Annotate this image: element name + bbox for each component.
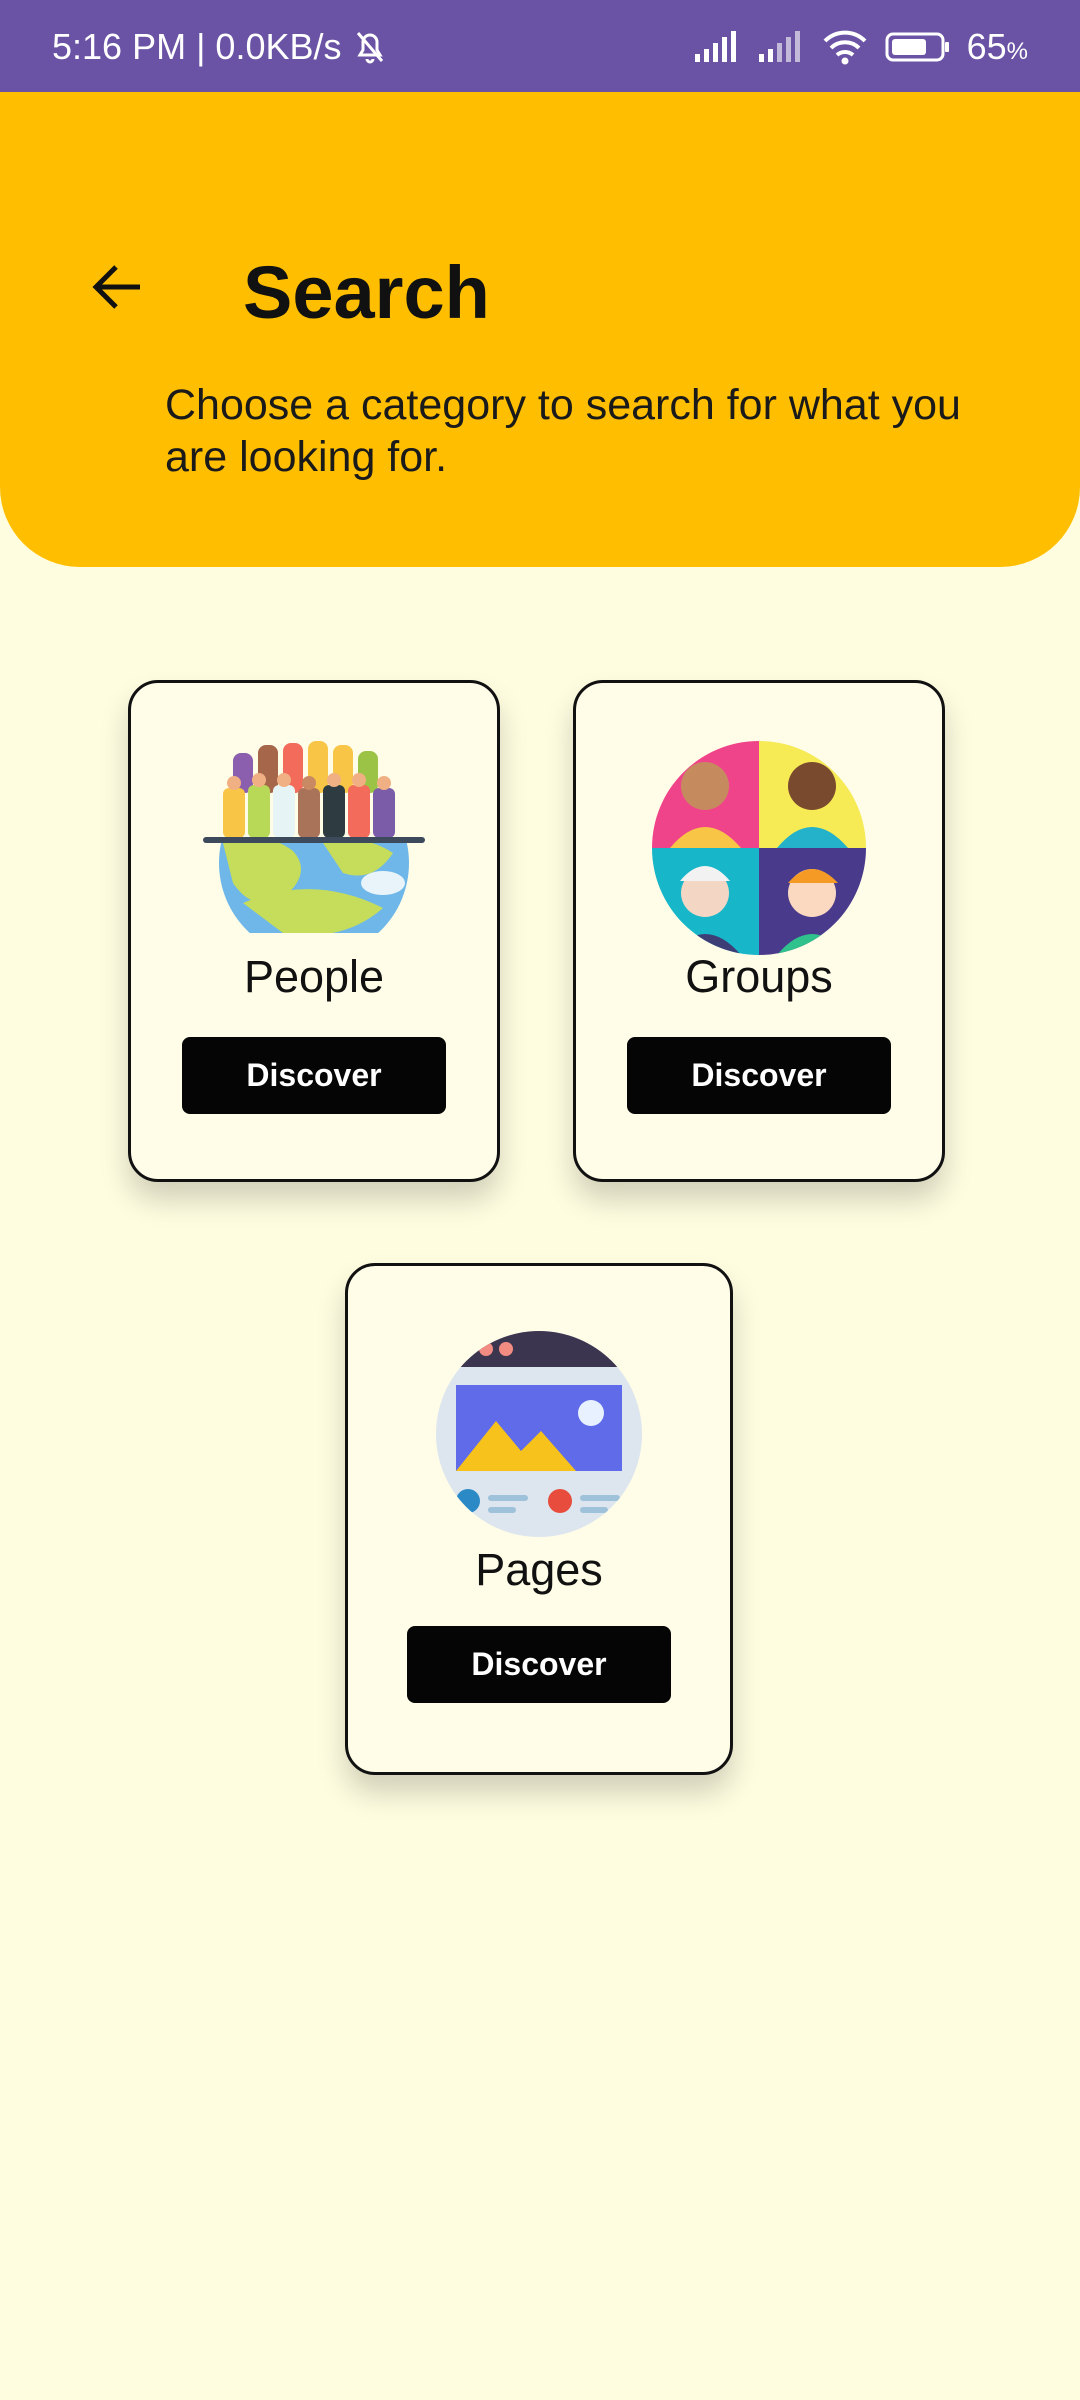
discover-button-people[interactable]: Discover xyxy=(182,1037,446,1114)
groups-avatars-icon xyxy=(652,741,866,955)
category-label: People xyxy=(243,951,385,1002)
status-right: 65% xyxy=(693,26,1028,68)
webpage-icon xyxy=(436,1331,642,1537)
page-title: Search xyxy=(243,251,490,334)
header: Search Choose a category to search for w… xyxy=(0,92,1080,567)
discover-button-groups[interactable]: Discover xyxy=(627,1037,891,1114)
discover-button-pages[interactable]: Discover xyxy=(407,1626,671,1703)
category-card-groups[interactable]: Groups Discover xyxy=(573,680,945,1182)
mute-bell-icon xyxy=(356,32,383,64)
status-time: 5:16 PM | 0.0KB/s xyxy=(52,26,342,67)
category-card-people[interactable]: People Discover xyxy=(128,680,500,1182)
wifi-icon xyxy=(823,30,867,65)
status-left: 5:16 PM | 0.0KB/s xyxy=(52,26,390,68)
people-globe-icon xyxy=(203,733,425,933)
category-label: Pages xyxy=(475,1544,603,1595)
battery-icon xyxy=(885,32,949,62)
battery-level: 65% xyxy=(966,26,1028,67)
back-arrow-icon[interactable] xyxy=(88,257,148,317)
signal-icon-2 xyxy=(758,31,800,62)
status-bar: 5:16 PM | 0.0KB/s 65% xyxy=(0,0,1080,92)
page-subtitle: Choose a category to search for what you… xyxy=(165,381,961,481)
category-label: Groups xyxy=(685,951,833,1002)
category-card-pages[interactable]: Pages Discover xyxy=(345,1263,733,1775)
signal-icon-1 xyxy=(694,31,736,62)
